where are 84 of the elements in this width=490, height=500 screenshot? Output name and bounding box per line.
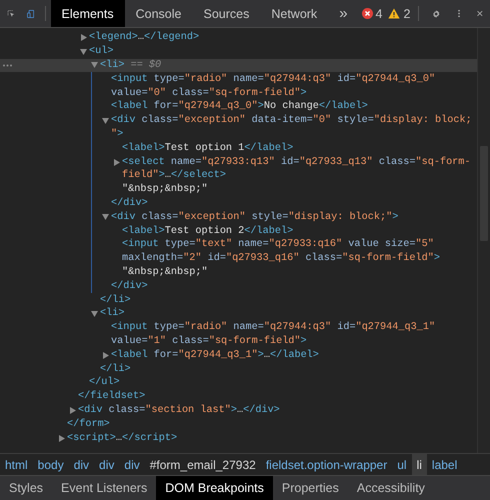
breadcrumb-item[interactable]: div [68,454,94,475]
sidebar-tab[interactable]: Properties [272,476,348,500]
breadcrumb-item[interactable]: label [426,454,462,475]
breadcrumb-item[interactable]: div [119,454,145,475]
code-text: <script>…</script> [67,432,178,444]
sidebar-tab[interactable]: Event Listeners [52,476,156,500]
panel-tab[interactable]: Sources [192,0,260,27]
sidebar-tab[interactable]: DOM Breakpoints [156,476,273,500]
tree-row[interactable]: <input type="radio" name="q27944:q3" id="q27944_q3_1" [0,320,477,335]
expand-triangle-icon[interactable] [70,406,76,414]
code-text: <label>Test option 2</label> [122,226,294,237]
tree-row[interactable]: <label for="q27944_q3_1">…</label> [0,348,477,362]
code-text: <select name="q27933:q13" id="q27933_q13" class="sq-form- [122,156,471,168]
code-text: <legend>…</legend> [89,32,200,44]
code-text: "&nbsp;&nbsp;" [122,184,208,196]
more-dots-icon[interactable] [3,64,12,67]
tree-row[interactable]: <script>…</script> [0,431,477,445]
collapse-triangle-icon[interactable] [91,62,98,68]
code-text: field">…</select> [122,170,226,182]
error-icon [362,8,373,19]
tree-row[interactable]: <ul> [0,44,477,59]
tree-row[interactable]: <input type="text" name="q27933:q16" value size="5" [0,238,477,252]
code-text: <input type="radio" name="q27944:q3" id="q27944_q3_0" [111,74,436,85]
sidebar-tab[interactable]: Styles [0,476,52,500]
tree-row[interactable]: <li> == $0 [0,58,477,72]
tree-row[interactable]: <div class="section last">…</div> [0,404,477,418]
expand-triangle-icon[interactable] [58,434,64,442]
error-count[interactable]: 4 [376,6,382,20]
code-text: </div> [111,198,148,209]
breadcrumb-item[interactable]: li [412,454,427,475]
more-tabs-button[interactable]: » [328,0,359,27]
close-icon[interactable] [477,8,483,19]
code-text: value="0" class="sq-form-field"> [111,88,307,99]
tree-row[interactable]: <label>Test option 1</label> [0,141,477,156]
warning-count[interactable]: 2 [403,6,410,20]
breadcrumb-item[interactable]: #form_email_27932 [144,454,261,475]
code-text: </div> [111,280,148,292]
expand-triangle-icon[interactable] [80,34,86,42]
code-text: <label for="q27944_q3_0">No change</label> [111,101,368,112]
code-text: <input type="radio" name="q27944:q3" id="q27944_q3_1" [111,322,436,334]
collapse-triangle-icon[interactable] [80,48,87,55]
code-text: <li> [100,308,124,320]
panel-tab[interactable]: Console [124,0,192,27]
code-text: <div class="exception" data-item="0" style="display: block; [111,115,472,126]
code-text: <label for="q27944_q3_1">…</label> [111,350,319,361]
tree-row[interactable]: <li> [0,306,477,321]
tree-row[interactable]: <input type="radio" name="q27944:q3" id="q27944_q3_0" [0,72,477,86]
breadcrumb-item[interactable]: fieldset.option-wrapper [260,454,392,475]
code-text: </form> [67,418,110,430]
collapse-triangle-icon[interactable] [102,118,109,124]
tree-row[interactable]: <label for="q27944_q3_0">No change</label> [0,100,477,114]
code-text: </ul> [89,377,120,388]
warning-icon [388,8,400,19]
tree-row[interactable]: <select name="q27933:q13" id="q27933_q13" class="sq-form- [0,155,477,169]
code-text: "&nbsp;&nbsp;" [122,266,208,278]
code-text: <div class="section last">…</div> [78,404,280,416]
breadcrumb-item[interactable]: div [94,454,120,475]
sidebar-tab[interactable]: Accessibility [348,476,434,500]
code-text: <div class="exception" style="display: block;"> [111,212,398,223]
code-text: maxlength="2" id="q27933_q16" class="sq-form-field"> [122,253,440,264]
panel-tab[interactable]: Elements [50,0,125,27]
code-text: <ul> [89,46,114,58]
breadcrumb-item[interactable]: body [32,454,69,475]
code-text: "> [111,128,124,140]
code-text: value="1" class="sq-form-field"> [111,336,307,347]
expand-triangle-icon[interactable] [102,352,108,359]
code-text: <input type="text" name="q27933:q16" value size="5" [122,239,434,250]
tree-row[interactable]: <div class="exception" data-item="0" style="display: block; [0,114,477,128]
tree-row[interactable]: <div class="exception" style="display: block;"> [0,210,477,224]
code-text: </li> [100,364,131,375]
tree-row[interactable]: "&nbsp;&nbsp;" [0,266,477,280]
collapse-triangle-icon[interactable] [91,310,98,317]
tree-row[interactable]: <legend>…</legend> [0,31,477,45]
code-text: </fieldset> [78,391,146,402]
panel-tab[interactable]: Network [260,0,328,27]
code-text: <label>Test option 1</label> [122,142,294,154]
tree-row[interactable]: "&nbsp;&nbsp;" [0,182,477,197]
tree-row[interactable]: <label>Test option 2</label> [0,224,477,238]
collapse-triangle-icon[interactable] [102,214,109,220]
code-text: </li> [100,294,131,306]
code-text: <li> == $0 [100,60,162,71]
breadcrumb-item[interactable]: ul [392,454,412,475]
breadcrumb-item[interactable]: html [0,454,33,475]
expand-triangle-icon[interactable] [114,158,120,166]
